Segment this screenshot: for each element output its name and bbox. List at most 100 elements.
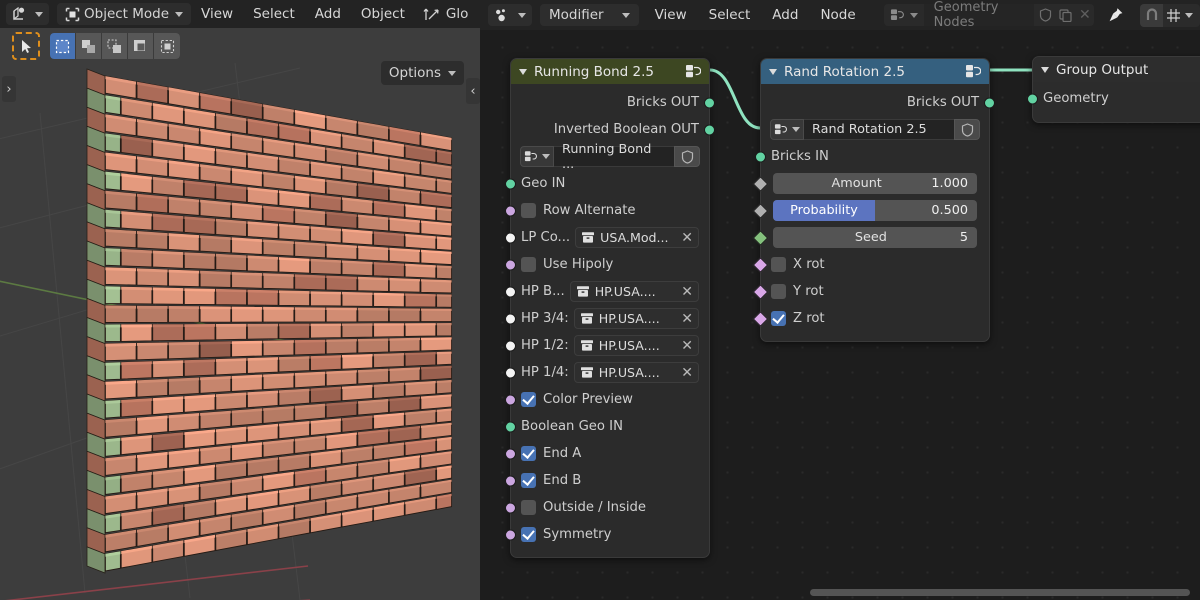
new-copy-button[interactable] — [1055, 4, 1076, 26]
node-editor-horizontal-scrollbar[interactable] — [810, 589, 1190, 596]
input-boolean-geo-in[interactable]: Boolean Geo IN — [505, 413, 709, 440]
fake-user-button[interactable] — [954, 119, 980, 140]
socket-boolean-in[interactable] — [505, 529, 516, 540]
socket-object-in[interactable] — [505, 232, 516, 243]
socket-boolean-in[interactable] — [505, 394, 516, 405]
node-tree-browse-button[interactable] — [883, 4, 924, 26]
socket-geometry-out[interactable] — [984, 97, 995, 108]
output-inverted-boolean-out[interactable]: Inverted Boolean OUT — [511, 116, 715, 143]
socket-geometry-in[interactable] — [505, 421, 516, 432]
socket-object-in[interactable] — [505, 313, 516, 324]
snap-mode-button[interactable] — [1163, 4, 1183, 27]
node-rand-rotation[interactable]: Rand Rotation 2.5 Bricks OUT Rand Rotati… — [752, 58, 995, 342]
node-header[interactable]: Running Bond 2.5 — [511, 59, 709, 84]
socket-integer-in[interactable] — [752, 229, 769, 246]
menu-node[interactable]: Node — [810, 7, 865, 23]
node-editor-canvas[interactable]: Running Bond 2.5 Bricks OUT Inverted Boo… — [480, 30, 1200, 600]
node-running-bond[interactable]: Running Bond 2.5 Bricks OUT Inverted Boo… — [505, 58, 715, 558]
input-x-rot[interactable]: X rot — [752, 251, 989, 278]
collapse-chevron-icon[interactable] — [769, 68, 777, 75]
node-group-output[interactable]: Group Output Geometry — [1027, 56, 1200, 123]
input-geo-in[interactable]: Geo IN — [505, 170, 709, 197]
unlink-button[interactable]: ✕ — [1075, 4, 1094, 26]
input-row-alternate[interactable]: Row Alternate — [505, 197, 709, 224]
pin-button[interactable] — [1108, 7, 1124, 23]
viewport-options-button[interactable]: Options — [380, 61, 464, 85]
socket-boolean-in[interactable] — [752, 256, 769, 273]
select-intersect-button[interactable] — [154, 33, 180, 59]
node-group-browse-button[interactable] — [520, 146, 554, 167]
menu-view[interactable]: View — [645, 7, 697, 23]
input-symmetry[interactable]: Symmetry — [505, 521, 709, 548]
editor-type-selector[interactable] — [6, 3, 49, 25]
menu-add[interactable]: Add — [762, 7, 808, 23]
socket-boolean-in[interactable] — [505, 205, 516, 216]
socket-geometry-in[interactable] — [1027, 93, 1038, 104]
collapse-chevron-icon[interactable] — [1041, 66, 1049, 73]
amount-value-field[interactable]: Amount 1.000 — [773, 173, 977, 194]
viewport-canvas[interactable] — [0, 28, 480, 600]
input-hp-brick[interactable]: HP B... HP.USA.... ✕ — [505, 278, 709, 305]
use-hipoly-checkbox[interactable] — [521, 257, 536, 272]
socket-boolean-in[interactable] — [505, 448, 516, 459]
outside-inside-checkbox[interactable] — [521, 500, 536, 515]
input-hp-quarter[interactable]: HP 1/4: HP.USA.... ✕ — [505, 359, 709, 386]
object-field[interactable]: HP.USA.... ✕ — [573, 362, 699, 383]
select-box-button[interactable] — [50, 33, 76, 59]
input-y-rot[interactable]: Y rot — [752, 278, 989, 305]
z-rot-checkbox[interactable] — [771, 311, 786, 326]
unlink-icon[interactable]: ✕ — [679, 338, 693, 354]
viewport-right-panel-toggle[interactable]: ‹ — [466, 78, 480, 104]
seed-value-field[interactable]: Seed 5 — [773, 227, 977, 248]
unlink-icon[interactable]: ✕ — [679, 284, 693, 300]
node-group-name[interactable]: Rand Rotation 2.5 — [804, 119, 954, 140]
input-bricks-in[interactable]: Bricks IN — [755, 143, 989, 170]
menu-select[interactable]: Select — [243, 6, 305, 22]
socket-object-in[interactable] — [505, 367, 516, 378]
socket-value-in[interactable] — [752, 175, 769, 192]
socket-object-in[interactable] — [505, 340, 516, 351]
unlink-icon[interactable]: ✕ — [679, 311, 693, 327]
input-probability[interactable]: Probability 0.500 — [752, 197, 989, 224]
probability-slider[interactable]: Probability 0.500 — [773, 200, 977, 221]
fake-user-button[interactable] — [674, 146, 700, 167]
input-z-rot[interactable]: Z rot — [752, 305, 989, 332]
editor-type-selector[interactable] — [488, 4, 532, 26]
object-field[interactable]: USA.Mod... ✕ — [575, 227, 699, 248]
input-geometry[interactable]: Geometry — [1027, 85, 1200, 112]
input-hp-half[interactable]: HP 1/2: HP.USA.... ✕ — [505, 332, 709, 359]
viewport-left-panel-toggle[interactable]: › — [2, 76, 16, 102]
node-header[interactable]: Group Output — [1033, 57, 1200, 82]
node-group-browse-button[interactable] — [770, 119, 804, 140]
input-lp-collection[interactable]: LP Co... USA.Mod... ✕ — [505, 224, 709, 251]
tweak-tool-button[interactable] — [12, 32, 40, 60]
select-subtract-button[interactable] — [102, 33, 128, 59]
socket-boolean-in[interactable] — [752, 283, 769, 300]
socket-boolean-in[interactable] — [752, 310, 769, 327]
socket-object-in[interactable] — [505, 286, 516, 297]
input-color-preview[interactable]: Color Preview — [505, 386, 709, 413]
node-group-name[interactable]: Running Bond ... — [554, 142, 674, 172]
unlink-icon[interactable]: ✕ — [679, 230, 693, 246]
end-a-checkbox[interactable] — [521, 446, 536, 461]
menu-select[interactable]: Select — [699, 7, 761, 23]
object-mode-selector[interactable]: Object Mode — [57, 3, 192, 25]
select-extend-button[interactable] — [76, 33, 102, 59]
menu-view[interactable]: View — [191, 6, 243, 22]
input-end-a[interactable]: End A — [505, 440, 709, 467]
output-bricks-out[interactable]: Bricks OUT — [511, 89, 715, 116]
object-field[interactable]: HP.USA.... ✕ — [569, 281, 699, 302]
object-field[interactable]: HP.USA.... ✕ — [573, 335, 699, 356]
node-tree-name-field[interactable]: Geometry Nodes — [923, 0, 1035, 30]
input-use-hipoly[interactable]: Use Hipoly — [505, 251, 709, 278]
object-field[interactable]: HP.USA.... ✕ — [573, 308, 699, 329]
input-outside-inside[interactable]: Outside / Inside — [505, 494, 709, 521]
end-b-checkbox[interactable] — [521, 473, 536, 488]
brick-wall-object[interactable] — [0, 28, 480, 600]
output-bricks-out[interactable]: Bricks OUT — [761, 89, 995, 116]
unlink-icon[interactable]: ✕ — [679, 365, 693, 381]
input-hp-three-quarter[interactable]: HP 3/4: HP.USA.... ✕ — [505, 305, 709, 332]
socket-geometry-in[interactable] — [505, 178, 516, 189]
context-path-selector[interactable]: Modifier — [540, 4, 639, 26]
socket-boolean-in[interactable] — [505, 475, 516, 486]
